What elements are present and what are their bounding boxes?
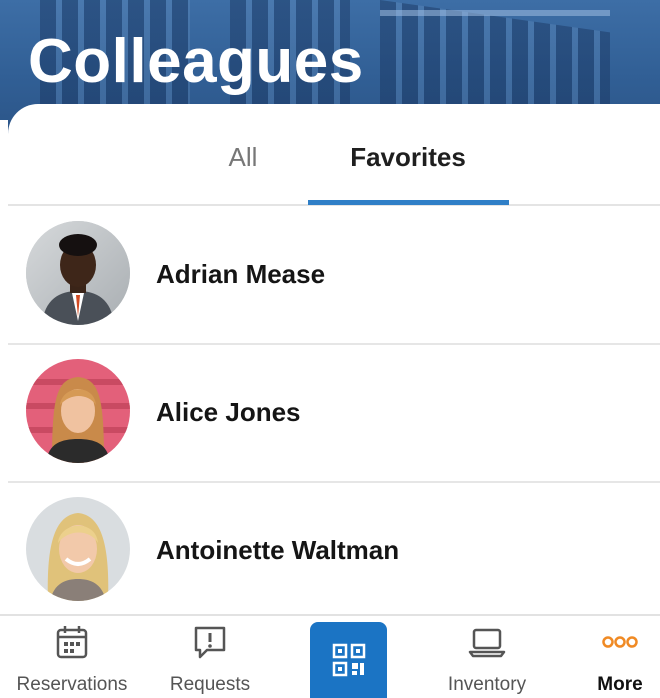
nav-more[interactable]: More (580, 616, 660, 698)
calendar-icon (55, 624, 89, 665)
nav-inventory-label: Inventory (447, 674, 527, 695)
nav-requests[interactable]: Requests (140, 616, 280, 698)
building-ledge (380, 10, 610, 16)
card-edge (0, 120, 8, 614)
colleague-name: Alice Jones (156, 397, 301, 427)
page-title: Colleagues (28, 27, 364, 96)
chat-alert-icon (192, 624, 228, 667)
list-item[interactable]: Alice Jones (8, 345, 660, 483)
list-item[interactable]: Adrian Mease (8, 207, 660, 345)
tab-bar: All Favorites (8, 104, 660, 206)
nav-requests-label: Requests (169, 674, 251, 695)
tab-favorites[interactable]: Favorites (328, 142, 488, 202)
laptop-icon (467, 624, 507, 665)
colleague-card: All Favorites Adrian Mease Alice Jones A… (8, 104, 660, 614)
nav-reservations-label: Reservations (16, 674, 128, 695)
more-dots-icon (600, 624, 640, 663)
nav-reservations[interactable]: Reservations (0, 616, 144, 698)
avatar (26, 359, 130, 463)
colleague-name: Adrian Mease (156, 259, 326, 289)
avatar (26, 221, 130, 325)
tab-selected-indicator (308, 200, 509, 205)
colleague-name: Antoinette Waltman (156, 535, 400, 565)
list-item[interactable]: Antoinette Waltman (8, 483, 660, 621)
tab-all[interactable]: All (208, 142, 278, 202)
nav-more-label: More (597, 674, 643, 695)
qr-scan-button[interactable] (310, 622, 387, 698)
nav-inventory[interactable]: Inventory (420, 616, 554, 698)
avatar (26, 497, 130, 601)
